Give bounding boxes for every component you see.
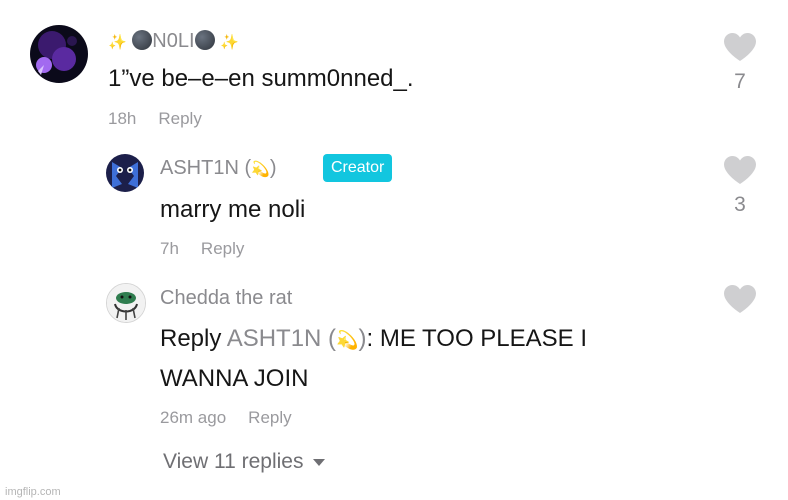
like-count: 3: [734, 193, 746, 216]
reply-button[interactable]: Reply: [201, 239, 244, 258]
creator-badge: Creator: [323, 154, 393, 182]
like-count: 7: [734, 70, 746, 93]
avatar[interactable]: [30, 25, 88, 83]
comment-text-line2: WANNA JOIN: [160, 365, 309, 392]
comment-time: 18h: [108, 109, 137, 128]
sparkles-icon: ✨: [220, 33, 239, 51]
dizzy-icon: 💫: [336, 330, 359, 351]
dizzy-icon: 💫: [251, 160, 270, 178]
avatar[interactable]: [106, 154, 144, 192]
like-button[interactable]: 3: [722, 155, 758, 217]
like-button[interactable]: 7: [722, 32, 758, 94]
sparkles-icon: ✨: [108, 33, 127, 51]
comment-username[interactable]: ✨ N0LI ✨: [108, 28, 239, 55]
comment-text: Reply ASHT1N (💫): ME TOO PLEASE I: [160, 325, 588, 352]
mention-link[interactable]: ASHT1N (💫): [227, 325, 367, 352]
reply-button[interactable]: Reply: [248, 408, 291, 427]
comment-text: 1”ve be–e–en summ0nned_.: [108, 65, 414, 92]
avatar[interactable]: [106, 283, 146, 323]
moon-icon: [132, 30, 153, 50]
heart-icon[interactable]: [723, 32, 757, 62]
view-replies-button[interactable]: View 11 replies: [163, 450, 326, 474]
comment-time: 7h: [160, 239, 179, 258]
comment-text: marry me noli: [160, 196, 306, 223]
reply-prefix: Reply: [160, 325, 222, 352]
caret-down-icon: [313, 458, 326, 466]
like-button[interactable]: [722, 284, 758, 314]
moon-icon: [194, 30, 215, 50]
comment-meta: 26m ago Reply: [160, 407, 292, 429]
heart-icon[interactable]: [723, 284, 757, 314]
comment-meta: 7h Reply: [160, 238, 244, 260]
comment-username[interactable]: Chedda the rat: [160, 285, 292, 311]
comment-time: 26m ago: [160, 408, 227, 427]
heart-icon[interactable]: [723, 155, 757, 185]
comment-meta: 18h Reply: [108, 108, 202, 130]
comment-username[interactable]: ASHT1N (💫): [160, 155, 276, 182]
reply-button[interactable]: Reply: [158, 109, 201, 128]
watermark: imgflip.com: [5, 486, 61, 498]
